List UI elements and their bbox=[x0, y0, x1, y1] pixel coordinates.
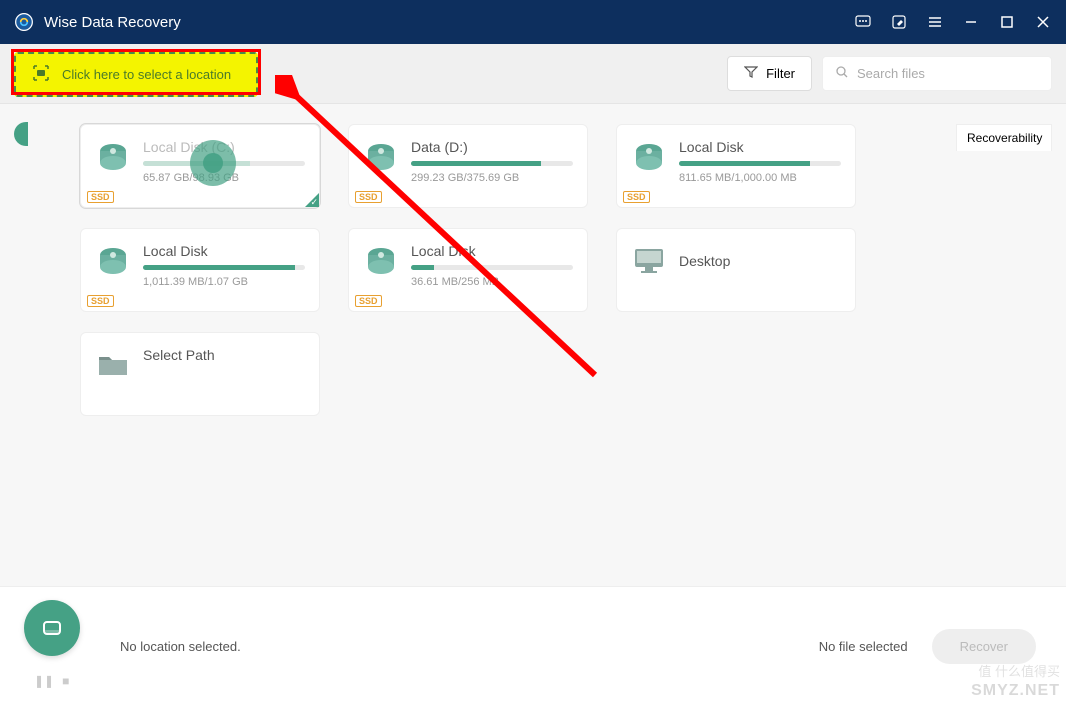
app-title: Wise Data Recovery bbox=[44, 14, 854, 31]
rail-indicator bbox=[14, 122, 28, 146]
pause-icon[interactable]: ❚❚ bbox=[34, 674, 54, 688]
ssd-badge: SSD bbox=[623, 191, 650, 203]
drive-name: Local Disk bbox=[411, 243, 573, 259]
check-icon: ✓ bbox=[310, 197, 318, 208]
drive-name: Select Path bbox=[143, 347, 305, 363]
drive-card[interactable]: Data (D:) 299.23 GB/375.69 GB SSD bbox=[348, 124, 588, 208]
titlebar: Wise Data Recovery bbox=[0, 0, 1066, 44]
filter-icon bbox=[744, 65, 758, 82]
drive-card[interactable]: Local Disk 811.65 MB/1,000.00 MB SSD bbox=[616, 124, 856, 208]
select-location-button[interactable]: Click here to select a location bbox=[14, 52, 258, 97]
app-logo-icon bbox=[14, 12, 34, 32]
recover-button[interactable]: Recover bbox=[932, 629, 1036, 664]
toolbar: Click here to select a location Filter S… bbox=[0, 44, 1066, 104]
search-icon bbox=[835, 65, 849, 82]
drive-size: 1,011.39 MB/1.07 GB bbox=[143, 276, 305, 288]
close-button[interactable] bbox=[1034, 13, 1052, 31]
drive-size: 36.61 MB/256 MB bbox=[411, 276, 573, 288]
ssd-badge: SSD bbox=[355, 191, 382, 203]
menu-icon[interactable] bbox=[926, 13, 944, 31]
ssd-badge: SSD bbox=[355, 295, 382, 307]
drive-grid-container: Local Disk (C:) 65.87 GB/98.93 GB SSD ✓ … bbox=[30, 104, 956, 582]
drive-size: 299.23 GB/375.69 GB bbox=[411, 172, 573, 184]
maximize-button[interactable] bbox=[998, 13, 1016, 31]
minimize-button[interactable] bbox=[962, 13, 980, 31]
drive-name: Data (D:) bbox=[411, 139, 573, 155]
drive-card[interactable]: Local Disk 36.61 MB/256 MB SSD bbox=[348, 228, 588, 312]
drive-card[interactable]: Select Path bbox=[80, 332, 320, 416]
left-rail bbox=[0, 104, 30, 582]
select-location-label: Click here to select a location bbox=[62, 67, 231, 82]
drive-card[interactable]: Local Disk 1,011.39 MB/1.07 GB SSD bbox=[80, 228, 320, 312]
feedback-icon[interactable] bbox=[854, 13, 872, 31]
drive-card[interactable]: Desktop bbox=[616, 228, 856, 312]
drive-name: Desktop bbox=[679, 253, 841, 269]
hdd-icon bbox=[631, 139, 667, 175]
recoverability-tab[interactable]: Recoverability bbox=[956, 124, 1052, 151]
right-sidebar: Recoverability bbox=[956, 104, 1066, 582]
watermark-url: SMYZ.NET bbox=[971, 682, 1060, 700]
search-placeholder: Search files bbox=[857, 66, 925, 81]
main-area: Local Disk (C:) 65.87 GB/98.93 GB SSD ✓ … bbox=[0, 104, 1066, 582]
hdd-icon bbox=[95, 139, 131, 175]
folder-icon bbox=[95, 347, 131, 383]
ssd-badge: SSD bbox=[87, 295, 114, 307]
stop-icon[interactable]: ■ bbox=[62, 674, 69, 688]
drive-size: 811.65 MB/1,000.00 MB bbox=[679, 172, 841, 184]
filter-button[interactable]: Filter bbox=[727, 56, 812, 91]
drive-card[interactable]: Local Disk (C:) 65.87 GB/98.93 GB SSD ✓ bbox=[80, 124, 320, 208]
status-location-text: No location selected. bbox=[120, 639, 241, 654]
ssd-badge: SSD bbox=[87, 191, 114, 203]
desktop-icon bbox=[631, 243, 667, 279]
scan-icon bbox=[32, 64, 50, 85]
drive-size: 65.87 GB/98.93 GB bbox=[143, 172, 305, 184]
playback-controls: ❚❚ ■ bbox=[34, 674, 69, 688]
filter-label: Filter bbox=[766, 66, 795, 81]
hdd-icon bbox=[363, 139, 399, 175]
status-file-text: No file selected bbox=[819, 639, 908, 654]
edit-icon[interactable] bbox=[890, 13, 908, 31]
statusbar: ❚❚ ■ No location selected. No file selec… bbox=[0, 586, 1066, 706]
hdd-icon bbox=[363, 243, 399, 279]
drive-name: Local Disk bbox=[143, 243, 305, 259]
drive-icon bbox=[39, 615, 65, 641]
search-input[interactable]: Search files bbox=[822, 56, 1052, 91]
drive-name: Local Disk (C:) bbox=[143, 139, 305, 155]
watermark-text: 值 什么值得买 bbox=[978, 661, 1060, 680]
drive-name: Local Disk bbox=[679, 139, 841, 155]
scan-fab-button[interactable] bbox=[24, 600, 80, 656]
hdd-icon bbox=[95, 243, 131, 279]
